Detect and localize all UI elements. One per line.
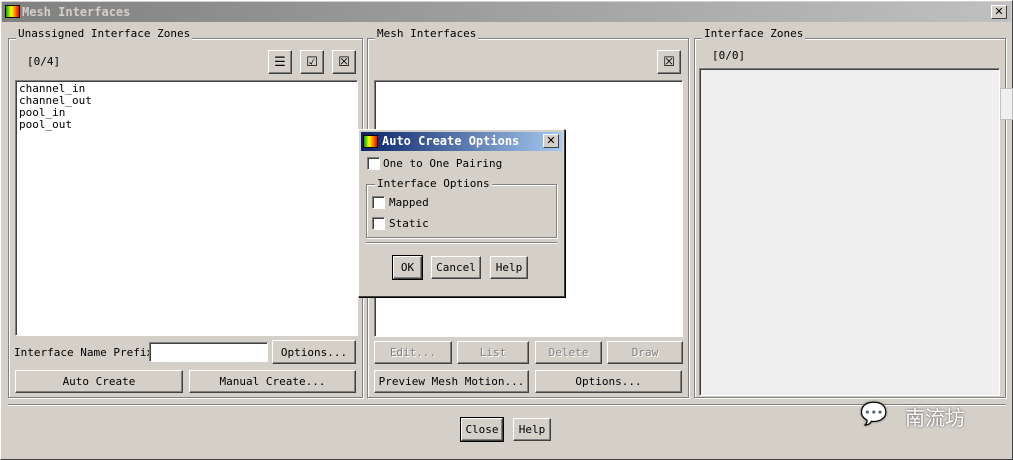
select-all-button[interactable]: ☰: [268, 50, 292, 74]
dialog-close-button[interactable]: ✕: [543, 134, 559, 148]
interface-options-title: Interface Options: [375, 177, 492, 190]
side-handle[interactable]: [1000, 88, 1013, 120]
one-to-one-checkbox[interactable]: [367, 157, 380, 170]
interface-zones-list[interactable]: [699, 68, 1000, 396]
one-to-one-label: One to One Pairing: [383, 157, 503, 170]
mesh-interfaces-title: Mesh Interfaces: [375, 27, 479, 40]
manual-create-button[interactable]: Manual Create...: [189, 370, 356, 393]
unassigned-count: [0/4]: [27, 55, 61, 68]
title-bar[interactable]: Mesh Interfaces: [2, 2, 1011, 22]
list-clear-icon: ☒: [338, 54, 350, 70]
list-check-icon: ☑: [306, 54, 318, 70]
list-item[interactable]: pool_out: [19, 119, 354, 131]
preview-mesh-motion-button[interactable]: Preview Mesh Motion...: [374, 370, 529, 393]
cancel-button[interactable]: Cancel: [431, 256, 481, 279]
select-check-button[interactable]: ☑: [300, 50, 324, 74]
unassigned-zones-list[interactable]: channel_in channel_out pool_in pool_out: [15, 80, 358, 336]
list-item[interactable]: channel_out: [19, 95, 354, 107]
help-button[interactable]: Help: [513, 418, 551, 441]
deselect-interfaces-button[interactable]: ☒: [657, 50, 681, 74]
prefix-label: Interface Name Prefix: [14, 346, 154, 359]
static-checkbox[interactable]: [372, 217, 385, 230]
window-close-button[interactable]: ✕: [991, 5, 1007, 19]
app-icon: [5, 5, 20, 18]
mapped-label: Mapped: [389, 196, 429, 209]
dialog-separator: [366, 242, 557, 244]
edit-button[interactable]: Edit...: [374, 341, 452, 364]
close-button[interactable]: Close: [460, 417, 504, 442]
dialog-help-button[interactable]: Help: [490, 256, 528, 279]
list-clear-icon: ☒: [663, 54, 675, 70]
mapped-checkbox[interactable]: [372, 196, 385, 209]
delete-button[interactable]: Delete: [535, 341, 602, 364]
interface-zones-title: Interface Zones: [702, 27, 806, 40]
window-title: Mesh Interfaces: [22, 5, 131, 19]
interface-zones-count: [0/0]: [712, 49, 746, 62]
watermark-text: 南流坊: [905, 406, 965, 430]
prefix-input[interactable]: [149, 342, 268, 362]
ok-button[interactable]: OK: [392, 255, 423, 280]
select-all-icon: ☰: [274, 54, 286, 70]
prefix-options-button[interactable]: Options...: [272, 340, 356, 364]
draw-button[interactable]: Draw: [607, 341, 683, 364]
mesh-options-button[interactable]: Options...: [535, 370, 682, 393]
wechat-icon: 💬: [860, 402, 888, 427]
static-label: Static: [389, 217, 429, 230]
dialog-app-icon: [363, 135, 378, 148]
dialog-title: Auto Create Options: [382, 134, 520, 148]
footer-separator: [8, 404, 1006, 406]
unassigned-zones-title: Unassigned Interface Zones: [16, 27, 193, 40]
dialog-title-bar[interactable]: Auto Create Options: [361, 132, 562, 151]
auto-create-button[interactable]: Auto Create: [15, 370, 183, 393]
list-button[interactable]: List: [457, 341, 529, 364]
auto-create-options-dialog: Auto Create Options ✕ One to One Pairing…: [358, 129, 565, 297]
deselect-all-button[interactable]: ☒: [332, 50, 356, 74]
